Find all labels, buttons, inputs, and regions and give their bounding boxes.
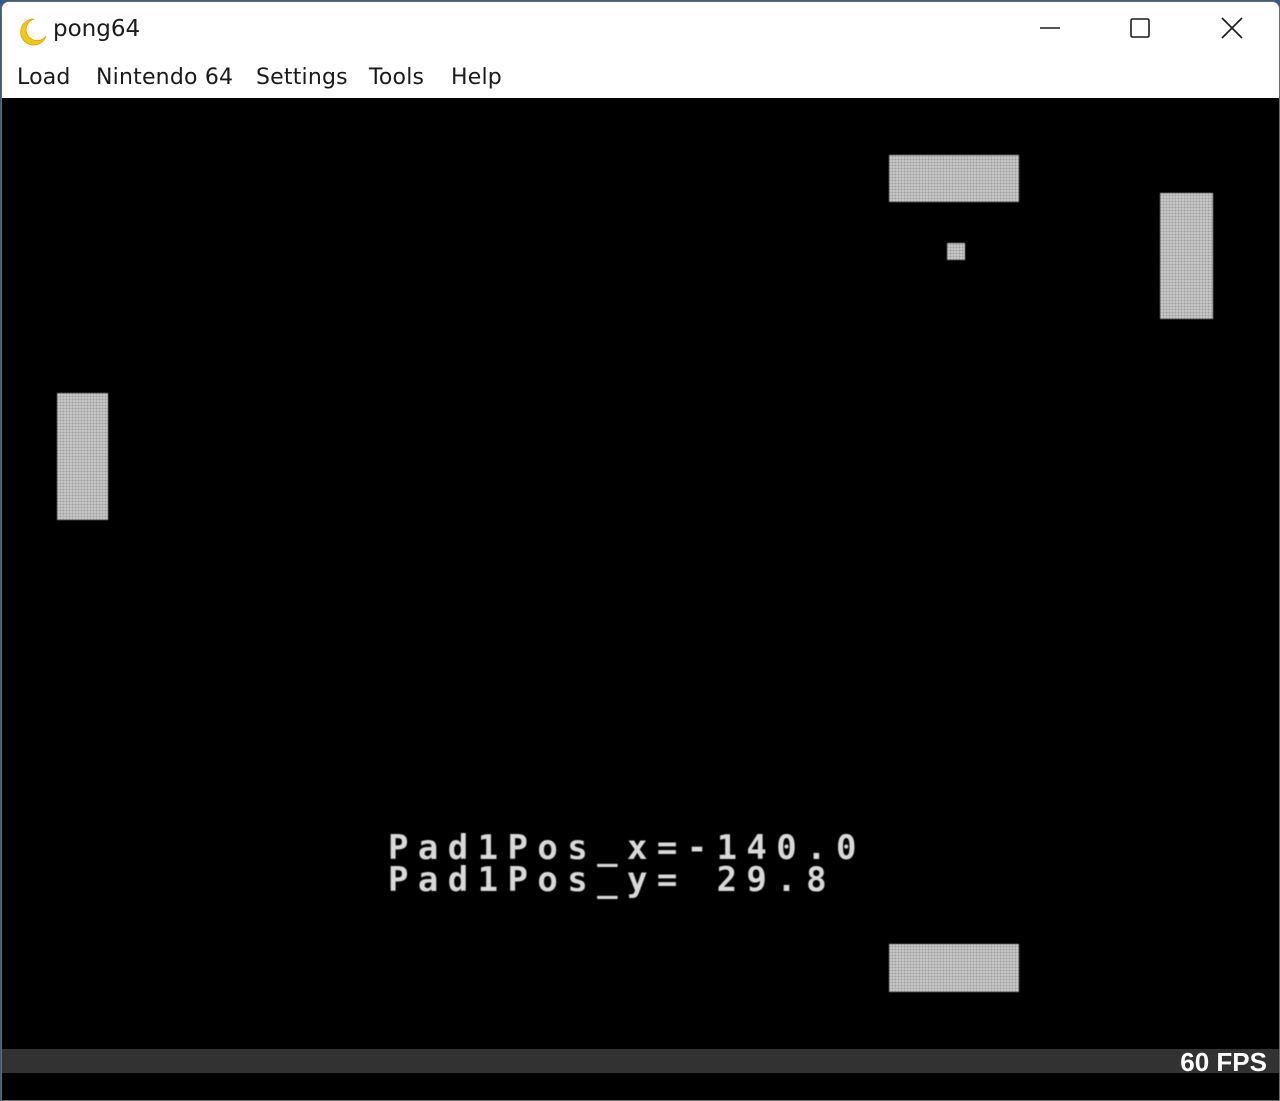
top-paddle: [889, 155, 1019, 202]
window-title: pong64: [53, 16, 141, 42]
menu-help[interactable]: Help: [451, 65, 502, 90]
close-button[interactable]: [1186, 2, 1278, 58]
left-paddle: [57, 393, 108, 520]
game-screen[interactable]: Pad1Pos_x=-140.0 Pad1Pos_y= 29.8: [2, 98, 1279, 1049]
menu-bar: Load Nintendo 64 Settings Tools Help: [2, 60, 1279, 98]
bottom-paddle: [889, 944, 1019, 992]
title-bar[interactable]: pong64: [2, 2, 1279, 60]
crescent-moon-icon: [16, 16, 48, 48]
menu-load[interactable]: Load: [17, 65, 71, 90]
fps-counter: 60 FPS: [1180, 1047, 1267, 1077]
menu-settings[interactable]: Settings: [256, 65, 348, 90]
right-paddle: [1160, 193, 1213, 319]
close-icon: [1219, 15, 1245, 45]
menu-tools[interactable]: Tools: [369, 65, 424, 90]
bottom-strip: [2, 1073, 1279, 1100]
maximize-button[interactable]: [1094, 2, 1186, 58]
minimize-button[interactable]: [1004, 2, 1096, 58]
ball: [947, 243, 965, 260]
maximize-icon: [1128, 16, 1152, 44]
emulator-window: pong64 Load Nintendo 64 Settings Tools H…: [1, 1, 1280, 1101]
minimize-icon: [1038, 16, 1062, 44]
status-bar: 60 FPS: [2, 1047, 1279, 1077]
debug-pad1pos-y: Pad1Pos_y= 29.8: [388, 860, 837, 900]
menu-nintendo-64[interactable]: Nintendo 64: [96, 65, 233, 90]
